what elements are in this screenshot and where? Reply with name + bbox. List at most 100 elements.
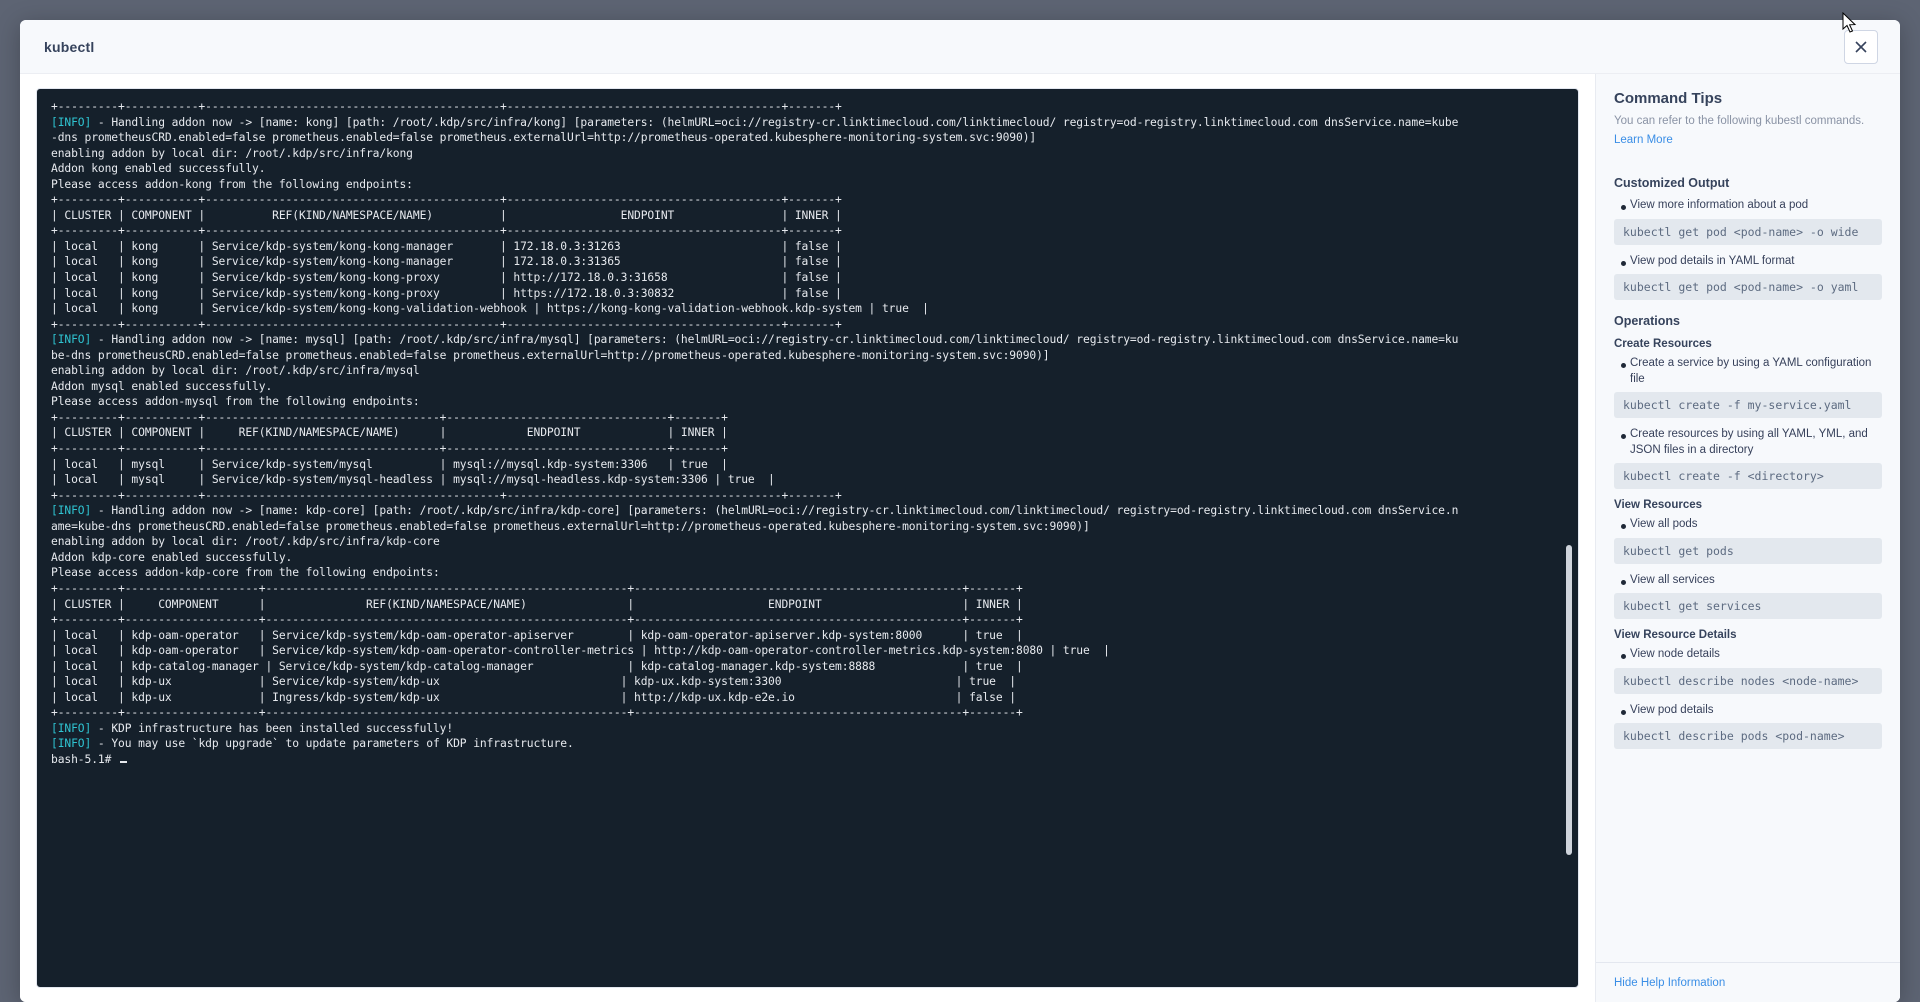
help-section-heading: View Resources: [1614, 499, 1703, 511]
terminal-line: Addon kong enabled successfully.: [51, 162, 266, 176]
terminal-line: | CLUSTER | COMPONENT | REF(KIND/NAMESPA…: [51, 597, 1023, 611]
help-tip-description: View pod details: [1630, 703, 1714, 716]
terminal-line: [INFO] - Handling addon now -> [name: my…: [51, 333, 1459, 347]
terminal-line: enabling addon by local dir: /root/.kdp/…: [51, 146, 413, 160]
help-tip-description: View more information about a pod: [1630, 199, 1809, 211]
help-section-heading: View Resource Details: [1614, 629, 1737, 641]
terminal-output: +---------+-----------+-----------------…: [45, 99, 1572, 768]
terminal-line: | local | mysql | Service/kdp-system/mys…: [51, 473, 775, 487]
help-tip-description: Create a service by using a YAML configu…: [1630, 357, 1872, 385]
help-command-snippet[interactable]: kubectl get pod <pod-name> -o wide: [1614, 218, 1882, 245]
log-level-tag: [INFO]: [51, 333, 92, 347]
help-tip-description: View node details: [1630, 648, 1720, 660]
terminal-line: Please access addon-kdp-core from the fo…: [51, 566, 440, 580]
close-button[interactable]: [1844, 29, 1878, 64]
hide-help-information-link[interactable]: Hide Help Information: [1614, 977, 1725, 989]
help-section-heading: Operations: [1614, 314, 1680, 328]
terminal-line: +---------+-----------+-----------------…: [51, 224, 842, 238]
terminal-scrollbar-thumb[interactable]: [1566, 545, 1572, 855]
terminal-scrollbar-track[interactable]: [1566, 93, 1575, 983]
terminal-line: | local | kong | Service/kdp-system/kong…: [51, 239, 842, 253]
terminal-line: | local | kong | Service/kdp-system/kong…: [51, 302, 929, 316]
terminal-line: be-dns prometheusCRD.enabled=false prome…: [51, 348, 1050, 362]
log-level-tag: [INFO]: [51, 721, 92, 735]
bullet-icon: [1621, 205, 1626, 210]
help-tip: Create resources by using all YAML, YML,…: [1614, 427, 1882, 458]
terminal-line: | local | kong | Service/kdp-system/kong…: [51, 255, 842, 269]
help-section-heading: Customized Output: [1614, 176, 1730, 190]
terminal-prompt: bash-5.1#: [51, 752, 1572, 768]
terminal-line: enabling addon by local dir: /root/.kdp/…: [51, 535, 440, 549]
terminal-line: | local | kdp-ux | Service/kdp-system/kd…: [51, 675, 1016, 689]
bullet-icon: [1621, 579, 1626, 585]
help-command-snippet[interactable]: kubectl create -f <directory>: [1614, 463, 1882, 489]
help-sections: Customized Output View more information a…: [1614, 176, 1882, 749]
terminal[interactable]: +---------+-----------+-----------------…: [36, 88, 1579, 988]
terminal-line: [INFO] - KDP infrastructure has been ins…: [51, 721, 454, 735]
help-content: Command Tips You can refer to the follow…: [1596, 74, 1900, 962]
help-subtitle: You can refer to the following kubestl c…: [1614, 115, 1865, 127]
terminal-line: +---------+--------------------+--------…: [51, 706, 1023, 720]
terminal-line: +---------+-----------+-----------------…: [51, 100, 842, 113]
help-sidebar: Command Tips You can refer to the follow…: [1595, 74, 1900, 1002]
modal-body: +---------+-----------+-----------------…: [20, 74, 1900, 1002]
terminal-line: ame=kube-dns prometheusCRD.enabled=false…: [51, 519, 1090, 533]
bullet-icon: [1621, 524, 1626, 529]
terminal-line: | local | kdp-oam-operator | Service/kdp…: [51, 628, 1023, 642]
help-command-snippet[interactable]: kubectl create -f my-service.yaml: [1614, 392, 1882, 418]
help-tip-description: View all pods: [1630, 518, 1698, 530]
terminal-line: +---------+-----------+-----------------…: [51, 193, 842, 207]
help-command-snippet[interactable]: kubectl get pods: [1614, 537, 1882, 564]
help-footer: Hide Help Information: [1596, 962, 1900, 1002]
terminal-line: Please access addon-mysql from the follo…: [51, 395, 420, 409]
help-tip-description: View all services: [1630, 573, 1715, 586]
terminal-line: | CLUSTER | COMPONENT | REF(KIND/NAMESPA…: [51, 426, 728, 440]
terminal-line: | local | kong | Service/kdp-system/kong…: [51, 271, 842, 285]
help-tip: View all pods: [1614, 517, 1882, 533]
help-section-heading: Create Resources: [1614, 338, 1712, 350]
kubectl-modal: kubectl +---------+-----------+---------…: [20, 20, 1900, 1002]
terminal-line: | local | kdp-catalog-manager | Service/…: [51, 659, 1023, 673]
terminal-line: Please access addon-kong from the follow…: [51, 177, 413, 191]
terminal-cursor: [120, 760, 128, 763]
terminal-line: Addon kdp-core enabled successfully.: [51, 550, 293, 564]
terminal-line: | local | mysql | Service/kdp-system/mys…: [51, 457, 728, 471]
help-tip: Create a service by using a YAML configu…: [1614, 356, 1882, 387]
help-tip: View pod details in YAML format: [1614, 254, 1882, 270]
terminal-line: | CLUSTER | COMPONENT | REF(KIND/NAMESPA…: [51, 208, 842, 222]
help-title: Command Tips: [1614, 90, 1723, 107]
help-tip-description: View pod details in YAML format: [1630, 254, 1795, 267]
log-level-tag: [INFO]: [51, 115, 92, 129]
terminal-line: +---------+-----------+-----------------…: [51, 442, 728, 456]
help-tip: View all services: [1614, 573, 1882, 589]
terminal-line: +---------+-----------+-----------------…: [51, 317, 842, 331]
terminal-line: +---------+--------------------+--------…: [51, 613, 1023, 627]
bullet-icon: [1621, 260, 1626, 266]
bullet-icon: [1621, 709, 1626, 715]
terminal-line: [INFO] - Handling addon now -> [name: kd…: [51, 504, 1459, 518]
learn-more-link[interactable]: Learn More: [1614, 134, 1673, 146]
help-tip-description: Create resources by using all YAML, YML,…: [1630, 428, 1868, 456]
bullet-icon: [1621, 434, 1626, 439]
terminal-line: +---------+-----------+-----------------…: [51, 410, 728, 424]
help-command-snippet[interactable]: kubectl describe pods <pod-name>: [1614, 723, 1882, 749]
terminal-line: | local | kdp-oam-operator | Service/kdp…: [51, 644, 1110, 658]
bullet-icon: [1621, 363, 1626, 368]
log-level-tag: [INFO]: [51, 737, 92, 751]
modal-header: kubectl: [20, 20, 1900, 74]
terminal-line: +---------+-----------+-----------------…: [51, 488, 842, 502]
help-command-snippet[interactable]: kubectl get pod <pod-name> -o yaml: [1614, 274, 1882, 300]
log-level-tag: [INFO]: [51, 504, 92, 518]
terminal-pane: +---------+-----------+-----------------…: [20, 74, 1595, 1002]
help-tip: View node details: [1614, 647, 1882, 663]
terminal-line: [INFO] - You may use `kdp upgrade` to up…: [51, 737, 574, 751]
help-command-snippet[interactable]: kubectl describe nodes <node-name>: [1614, 667, 1882, 694]
bullet-icon: [1621, 654, 1626, 659]
close-icon: [1853, 39, 1869, 55]
help-tip: View more information about a pod: [1614, 198, 1882, 214]
terminal-line: | local | kong | Service/kdp-system/kong…: [51, 286, 842, 300]
terminal-line: enabling addon by local dir: /root/.kdp/…: [51, 364, 420, 378]
terminal-line: +---------+--------------------+--------…: [51, 581, 1023, 595]
help-command-snippet[interactable]: kubectl get services: [1614, 593, 1882, 619]
terminal-line: -dns prometheusCRD.enabled=false prometh…: [51, 131, 1037, 145]
